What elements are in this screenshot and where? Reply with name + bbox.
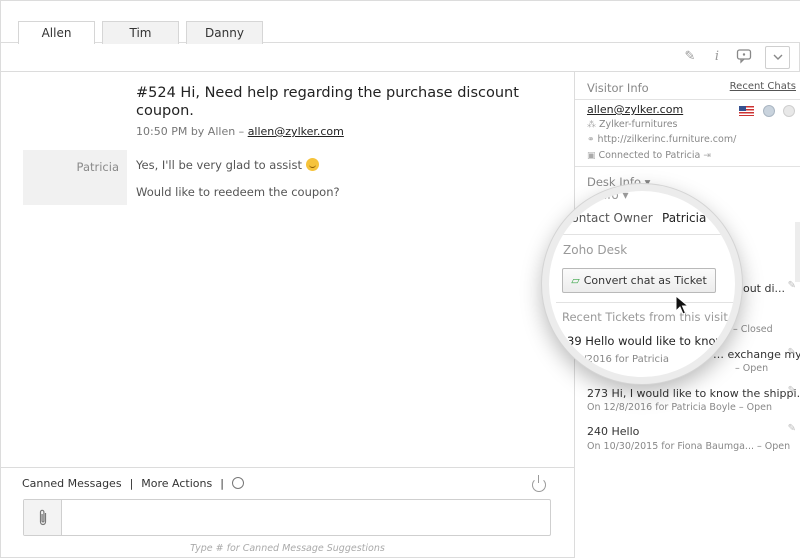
agent-message-text: Yes, I'll be very glad to assist	[136, 158, 302, 172]
chat-transcript: #524 Hi, Need help regarding the purchas…	[1, 72, 574, 467]
message-input[interactable]	[63, 500, 550, 535]
divider	[575, 99, 800, 100]
more-actions-button[interactable]: More Actions	[141, 477, 212, 490]
power-icon[interactable]	[532, 475, 546, 492]
os-icon	[783, 105, 795, 117]
info-icon[interactable]: i	[708, 48, 726, 66]
tab-allen[interactable]: Allen	[18, 21, 95, 44]
chat-window: Allen Tim Danny ✎ i #524 Hi, Need help r…	[0, 0, 800, 558]
agent-message-2: Would like to reedeem the coupon?	[136, 185, 340, 199]
divider	[556, 302, 735, 303]
chat-toolbar: ✎ i	[1, 43, 800, 72]
transfer-icon: ⇥	[703, 151, 711, 161]
composer-actions: Canned Messages | More Actions |	[22, 477, 244, 490]
contact-owner-value: Patricia	[662, 211, 707, 225]
ticket-icon: ▱	[571, 274, 580, 287]
ticket-title[interactable]: 240 Hello	[587, 425, 639, 438]
agent-label-block: Patricia	[23, 150, 127, 205]
visitor-connected: ▣ Connected to Patricia ⇥	[587, 150, 711, 161]
canned-hint: Type # for Canned Message Suggestions	[190, 543, 385, 554]
agent-icon: ▣	[587, 151, 596, 161]
separator: |	[220, 477, 224, 490]
chat-bubble-icon[interactable]	[735, 48, 753, 66]
emoji-icon[interactable]	[231, 477, 244, 489]
visitor-email-link[interactable]: allen@zylker.com	[248, 125, 344, 138]
edit-icon[interactable]: ✎	[681, 48, 699, 66]
ticket-status: /29/2016 for Patricia	[567, 354, 669, 365]
visitor-company: ⁂ Zylker-furnitures	[587, 119, 678, 130]
us-flag-icon	[739, 106, 754, 116]
smiley-emoji-icon	[306, 158, 319, 171]
chat-subject: #524 Hi, Need help regarding the purchas…	[136, 85, 519, 119]
tab-danny[interactable]: Danny	[186, 21, 263, 44]
recent-chats-link[interactable]: Recent Chats	[730, 81, 796, 92]
message-input-wrap	[23, 499, 551, 536]
visitor-url: ⚭ http://zilkerinc.furniture.com/	[587, 134, 737, 145]
edit-icon[interactable]: ✎	[788, 347, 796, 358]
canned-messages-button[interactable]: Canned Messages	[22, 477, 122, 490]
divider	[556, 234, 735, 235]
paperclip-icon[interactable]	[24, 500, 62, 535]
message-composer: Canned Messages | More Actions | Type # for…	[1, 467, 574, 558]
edit-icon[interactable]: ✎	[788, 280, 796, 291]
chat-time: 10:50 PM by Allen –	[136, 125, 248, 138]
magnifier-content: Info ▾ Contact Owner Patricia Zoho Desk …	[549, 188, 735, 377]
tab-bar: Allen Tim Danny	[1, 1, 800, 44]
chat-meta: 10:50 PM by Allen – allen@zylker.com	[136, 125, 344, 138]
browser-icon	[763, 105, 775, 117]
edit-icon[interactable]: ✎	[788, 423, 796, 434]
org-icon: ⁂	[587, 120, 596, 130]
tab-tim[interactable]: Tim	[102, 21, 179, 44]
contact-owner-label: Contact Owner	[563, 211, 653, 225]
visitor-info-heading: Visitor Info	[587, 81, 649, 95]
ticket-status: – Open	[735, 363, 769, 374]
convert-chat-ticket-button[interactable]: ▱ Convert chat as Ticket	[562, 268, 716, 293]
visitor-email[interactable]: allen@zylker.com	[587, 103, 683, 116]
ticket-status: On 12/8/2016 for Patricia Boyle – Open	[587, 402, 773, 413]
ticket-status: – Closed	[733, 324, 773, 335]
recent-tickets-heading: Recent Tickets from this visit	[562, 310, 728, 324]
edit-icon[interactable]: ✎	[788, 385, 796, 396]
magnified-info-heading: Info ▾	[596, 188, 629, 202]
chevron-down-icon[interactable]	[765, 46, 790, 69]
link-icon: ⚭	[587, 135, 595, 145]
agent-name: Patricia	[76, 160, 119, 174]
ticket-status: On 10/30/2015 for Fiona Baumga... – Open	[587, 441, 791, 452]
ticket-title[interactable]: 39 Hello would like to know	[567, 334, 725, 348]
separator: |	[129, 477, 134, 490]
zoho-desk-heading: Zoho Desk	[563, 243, 628, 257]
scrollbar[interactable]	[795, 222, 800, 282]
magnifier-callout: Info ▾ Contact Owner Patricia Zoho Desk …	[542, 184, 742, 384]
agent-message: Yes, I'll be very glad to assist	[136, 158, 319, 172]
ticket-title[interactable]: 273 Hi, I would like to know the shippi.…	[587, 387, 800, 400]
divider	[575, 166, 800, 167]
